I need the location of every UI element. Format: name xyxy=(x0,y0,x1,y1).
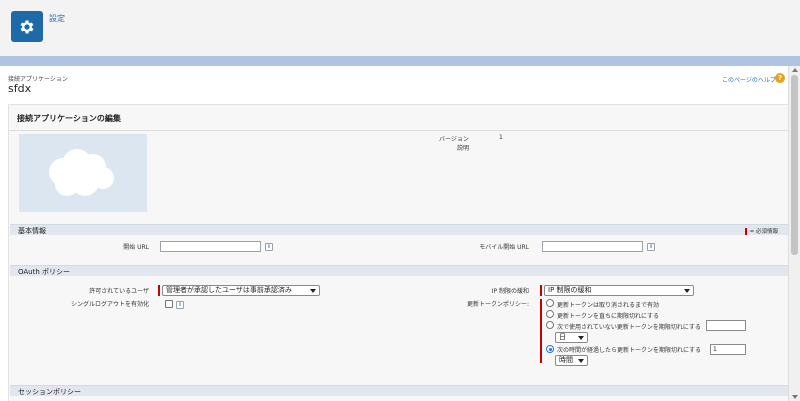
info-icon[interactable]: i xyxy=(647,243,655,251)
refresh-option-label: 次の時間が経過したら更新トークンを期限切れにする xyxy=(557,347,702,354)
start-url-input[interactable] xyxy=(160,241,261,252)
ip-relax-label: IP 制限の緩和 xyxy=(491,288,529,295)
app-header: 設定 xyxy=(0,0,800,56)
main-content: 接続アプリケーション sfdx このページのヘルプ ? 接続アプリケーションの編… xyxy=(0,66,788,401)
unused-amount-input[interactable] xyxy=(706,320,746,331)
header-title[interactable]: 設定 xyxy=(49,13,65,24)
ip-relax-select[interactable]: IP 制限の緩和 xyxy=(544,285,694,296)
edit-panel: 接続アプリケーションの編集 バージョン 1 説明 基本情報 = 必須情報 開始 xyxy=(8,104,788,401)
section-oauth-policy: OAuth ポリシー xyxy=(10,265,788,276)
refresh-option-radio[interactable] xyxy=(546,299,554,307)
scrollbar-thumb[interactable] xyxy=(791,75,798,255)
section-session-policy: セッションポリシー xyxy=(10,385,788,396)
header-band xyxy=(0,56,800,66)
section-title: 基本情報 xyxy=(18,227,46,235)
version-value: 1 xyxy=(499,134,503,141)
chevron-down-icon xyxy=(578,336,584,340)
info-icon[interactable]: i xyxy=(176,301,184,309)
refresh-option-radio[interactable] xyxy=(546,321,554,329)
info-icon[interactable]: i xyxy=(265,243,273,251)
permitted-users-label: 許可されているユーザ xyxy=(89,288,149,295)
start-url-label: 開始 URL xyxy=(123,244,149,251)
elapsed-amount-input[interactable]: 1 xyxy=(710,344,746,355)
select-value: 日 xyxy=(559,333,566,341)
required-legend: = 必須情報 xyxy=(744,227,778,235)
select-value: 時間 xyxy=(559,356,573,364)
refresh-option-label: 更新トークンは取り消されるまで有効 xyxy=(557,302,660,309)
vertical-scrollbar[interactable] xyxy=(788,66,800,401)
select-value: IP 制限の緩和 xyxy=(548,286,592,294)
refresh-token-label: 更新トークンポリシー: xyxy=(466,301,529,308)
mobile-start-url-input[interactable] xyxy=(542,241,643,252)
refresh-option-radio[interactable] xyxy=(546,345,554,353)
chevron-down-icon xyxy=(310,289,316,293)
description-label: 説明 xyxy=(457,145,470,152)
mobile-start-url-label: モバイル開始 URL xyxy=(479,244,529,251)
required-marker xyxy=(540,285,542,296)
panel-title: 接続アプリケーションの編集 xyxy=(17,114,121,123)
panel-header: 接続アプリケーションの編集 xyxy=(9,105,788,131)
setup-logo[interactable] xyxy=(11,11,43,42)
permitted-users-select[interactable]: 管理者が承認したユーザは事前承認済み xyxy=(162,285,320,296)
chevron-down-icon xyxy=(578,359,584,363)
section-title: セッションポリシー xyxy=(18,388,81,396)
app-logo-image xyxy=(19,134,147,212)
required-marker xyxy=(540,299,542,363)
refresh-option-label: 更新トークンを直ちに期限切れにする xyxy=(557,313,660,320)
version-label: バージョン xyxy=(439,136,469,143)
scroll-down-icon[interactable] xyxy=(792,395,798,399)
help-icon[interactable]: ? xyxy=(775,73,785,83)
elapsed-unit-select[interactable]: 時間 xyxy=(555,355,588,366)
single-logout-checkbox[interactable] xyxy=(165,300,173,308)
section-basic-info: 基本情報 = 必須情報 xyxy=(10,224,788,235)
gear-icon xyxy=(20,20,34,33)
refresh-option-radio[interactable] xyxy=(546,310,554,318)
chevron-down-icon xyxy=(684,289,690,293)
section-title: OAuth ポリシー xyxy=(18,268,71,276)
page-title: sfdx xyxy=(8,82,32,95)
single-logout-label: シングルログアウトを有効化 xyxy=(70,301,149,308)
cloud-icon xyxy=(49,149,114,196)
scroll-up-icon[interactable] xyxy=(792,68,798,72)
unused-unit-select[interactable]: 日 xyxy=(555,332,588,343)
refresh-option-label: 次で使用されていない更新トークンを期限切れにする xyxy=(557,324,701,331)
help-link[interactable]: このページのヘルプ xyxy=(722,75,776,84)
required-marker xyxy=(158,285,160,296)
select-value: 管理者が承認したユーザは事前承認済み xyxy=(166,286,292,294)
